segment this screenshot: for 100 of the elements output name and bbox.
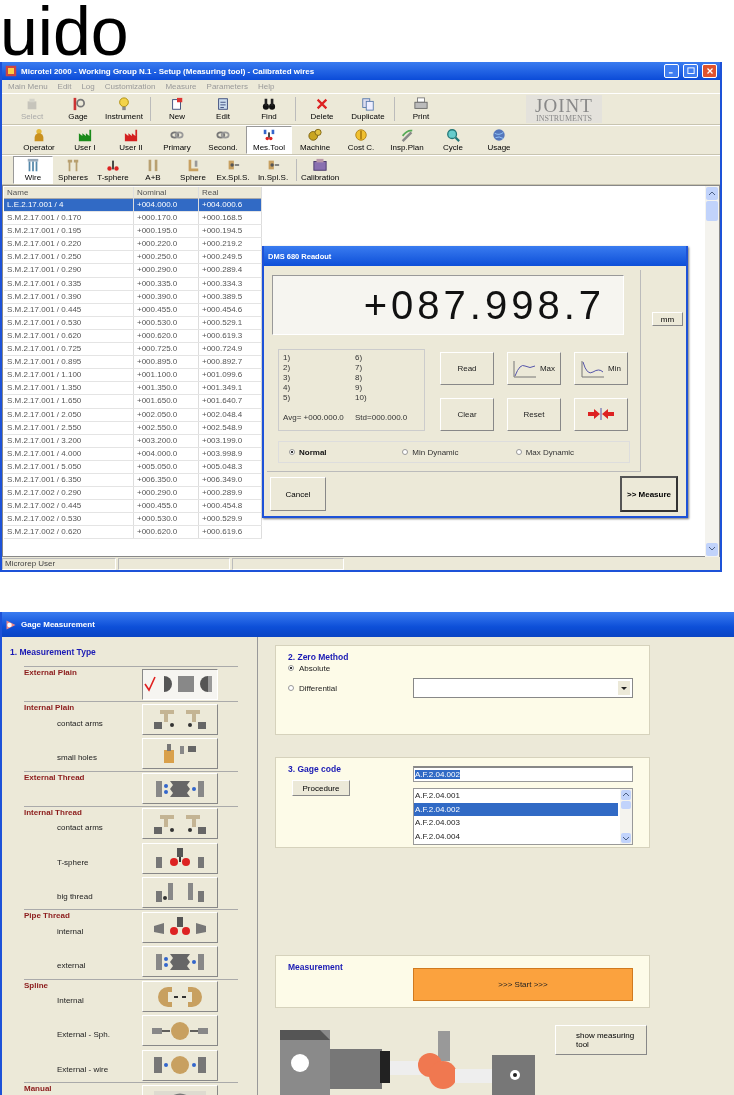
spline-icon (266, 158, 280, 172)
table-row[interactable]: S.M.2.17.002 / 0.530 +000.530.0 +000.529.9 (4, 513, 262, 527)
reading-label: 3) (283, 373, 292, 383)
table-row[interactable]: S.M.2.17.001 / 0.390 +000.390.0 +000.389.5 (4, 290, 262, 304)
table-row[interactable]: S.M.2.17.001 / 0.250 +000.250.0 +000.249.5 (4, 251, 262, 265)
toolbar-button[interactable]: Duplicate (345, 94, 391, 124)
toolbar-button[interactable]: Find (246, 94, 292, 124)
center-button[interactable] (574, 397, 628, 431)
table-cell: +000.195.0 (134, 225, 199, 238)
table-cell: +003.200.0 (134, 434, 199, 447)
toolbar-button[interactable]: Insp.Plan (384, 126, 430, 154)
toolbar-button[interactable]: Mes.Tool (246, 126, 292, 154)
measurement-type-button[interactable] (142, 668, 218, 700)
radio-button[interactable]: Absolute (288, 662, 331, 674)
toolbar-button[interactable]: Calibration (300, 156, 340, 184)
code-list[interactable]: A.F.2.04.001 A.F.2.04.002 A.F.2.04.003 A.F.2.04.004 (413, 788, 633, 845)
toolbar-button[interactable]: User I (62, 126, 108, 154)
toolbar-button[interactable]: Ex.Spl.S. (213, 156, 253, 184)
minimize-button[interactable] (664, 64, 679, 78)
radio-button[interactable]: Min Dynamic (402, 447, 516, 457)
toolbar-button[interactable]: Delete (299, 94, 345, 124)
table-row[interactable]: S.M.2.17.001 / 0.725 +000.725.0 +000.724.9 (4, 343, 262, 357)
action-button[interactable]: Read (440, 352, 494, 385)
box-icon (25, 97, 39, 111)
table-row[interactable]: S.M.2.17.001 / 1.650 +001.650.0 +001.640.7 (4, 395, 262, 409)
cancel-button[interactable]: Cancel (270, 477, 326, 511)
close-button[interactable] (702, 64, 717, 78)
toolbar-button[interactable]: Cycle (430, 126, 476, 154)
toolbar-button[interactable]: Instrument (101, 94, 147, 124)
min-button[interactable]: Min (574, 352, 628, 385)
toolbar-button[interactable]: Operator (16, 126, 62, 154)
table-cell: +001.100.0 (134, 369, 199, 382)
show-tool-button[interactable]: show measuring tool (555, 1025, 647, 1055)
category-heading: Spline (24, 979, 49, 990)
option-label: big thread (57, 891, 94, 901)
toolbar-button[interactable]: User II (108, 126, 154, 154)
table-row[interactable]: S.M.2.17.001 / 0.195 +000.195.0 +000.194.5 (4, 225, 262, 239)
table-row[interactable]: S.M.2.17.001 / 4.000 +004.000.0 +003.998.9 (4, 447, 262, 461)
toolbar-button[interactable]: A+B (133, 156, 173, 184)
table-row[interactable]: S.M.2.17.001 / 0.220 +000.220.0 +000.219.2 (4, 238, 262, 252)
table-row[interactable]: S.M.2.17.001 / 0.895 +000.895.0 +000.892.7 (4, 356, 262, 370)
list-item[interactable]: A.F.2.04.001 (414, 789, 620, 803)
toolbar-button[interactable]: T-sphere (93, 156, 133, 184)
table-row[interactable]: S.M.2.17.002 / 0.445 +000.455.0 +000.454.8 (4, 500, 262, 514)
toolbar-button[interactable]: In.Spl.S. (253, 156, 293, 184)
toolbar-button[interactable]: Machine (292, 126, 338, 154)
action-button[interactable]: Clear (440, 397, 494, 431)
toolbar-button[interactable]: New (154, 94, 200, 124)
copy-icon (361, 97, 375, 111)
table-cell: S.M.2.17.001 / 0.445 (4, 303, 134, 316)
deviation-value: Std=000.000.0 (355, 413, 409, 423)
list-item[interactable]: A.F.2.04.002 (414, 802, 618, 817)
unit-button[interactable]: mm (652, 312, 683, 326)
table-row[interactable]: S.M.2.17.001 / 0.170 +000.170.0 +000.168.5 (4, 212, 262, 226)
toolbar-button[interactable]: Sphere (173, 156, 213, 184)
toolbar-button[interactable]: Usage (476, 126, 522, 154)
radio-button[interactable]: Differential (288, 682, 413, 694)
reading-label: 10) (355, 393, 368, 403)
table-row[interactable]: S.M.2.17.001 / 0.620 +000.620.0 +000.619.3 (4, 329, 262, 344)
table-row[interactable]: S.M.2.17.001 / 0.445 +000.455.0 +000.454.6 (4, 303, 262, 317)
spheres-icon (106, 158, 120, 172)
readout-display: +087.998.7 (272, 275, 624, 335)
toolbar-button[interactable]: Print (398, 94, 444, 124)
toolbar-button[interactable]: Cost C. (338, 126, 384, 154)
table-row[interactable]: S.M.2.17.001 / 0.290 +000.290.0 +000.289.4 (4, 264, 262, 278)
toolbar-button[interactable]: Spheres (53, 156, 93, 184)
wires-icon (26, 158, 40, 172)
table-row[interactable]: S.M.2.17.001 / 5.050 +005.050.0 +005.048.3 (4, 460, 262, 474)
coin-icon (354, 128, 368, 142)
action-button[interactable]: Reset (507, 397, 561, 431)
table-cell: +000.390.0 (134, 290, 199, 303)
list-item[interactable]: A.F.2.04.003 (414, 816, 620, 831)
code-field[interactable]: A.F.2.04.002 (413, 766, 633, 782)
radio-button[interactable]: Normal (289, 447, 403, 457)
table-row[interactable]: S.M.2.17.002 / 0.290 +000.290.0 +000.289.9 (4, 487, 262, 501)
toolbar-button[interactable]: Gage (55, 94, 101, 124)
start-button[interactable]: >>> Start >>> (413, 968, 633, 1001)
table-row[interactable]: S.M.2.17.001 / 1.100 +001.100.0 +001.099.6 (4, 369, 262, 383)
procedure-button[interactable]: Procedure (292, 780, 350, 796)
dropdown-field[interactable] (413, 678, 633, 698)
table-row[interactable]: S.M.2.17.001 / 2.550 +002.550.0 +002.548.9 (4, 421, 262, 435)
table-row[interactable]: S.M.2.17.001 / 2.050 +002.050.0 +002.048.4 (4, 408, 262, 422)
table-row[interactable]: S.M.2.17.001 / 6.350 +006.350.0 +006.349.0 (4, 473, 262, 488)
max-button[interactable]: Max (507, 352, 561, 385)
table-row[interactable]: S.M.2.17.001 / 1.350 +001.350.0 +001.349.1 (4, 382, 262, 396)
table-row[interactable]: S.M.2.17.001 / 3.200 +003.200.0 +003.199.0 (4, 434, 262, 448)
toolbar-button[interactable]: Edit (200, 94, 246, 124)
list-item[interactable]: A.F.2.04.004 (414, 830, 620, 844)
radio-button[interactable]: Max Dynamic (515, 447, 629, 457)
table-cell: S.M.2.17.001 / 0.290 (4, 264, 134, 277)
table-row[interactable]: S.M.2.17.001 / 0.530 +000.530.0 +000.529.1 (4, 316, 262, 330)
measure-button[interactable]: >> Measure (620, 476, 678, 512)
table-row[interactable]: S.M.2.17.002 / 0.620 +000.620.0 +000.619.6 (4, 526, 262, 540)
table-row[interactable]: S.M.2.17.001 / 0.335 +000.335.0 +000.334.3 (4, 277, 262, 291)
maximize-button[interactable] (683, 64, 698, 78)
toolbar-button[interactable]: Primary (154, 126, 200, 154)
toolbar-button[interactable]: Wire (13, 156, 53, 184)
table-row[interactable]: L.E.2.17.001 / 4 +004.000.0 +004.000.6 (4, 199, 262, 213)
table-cell: L.E.2.17.001 / 4 (4, 199, 134, 212)
toolbar-button[interactable]: Second. (200, 126, 246, 154)
